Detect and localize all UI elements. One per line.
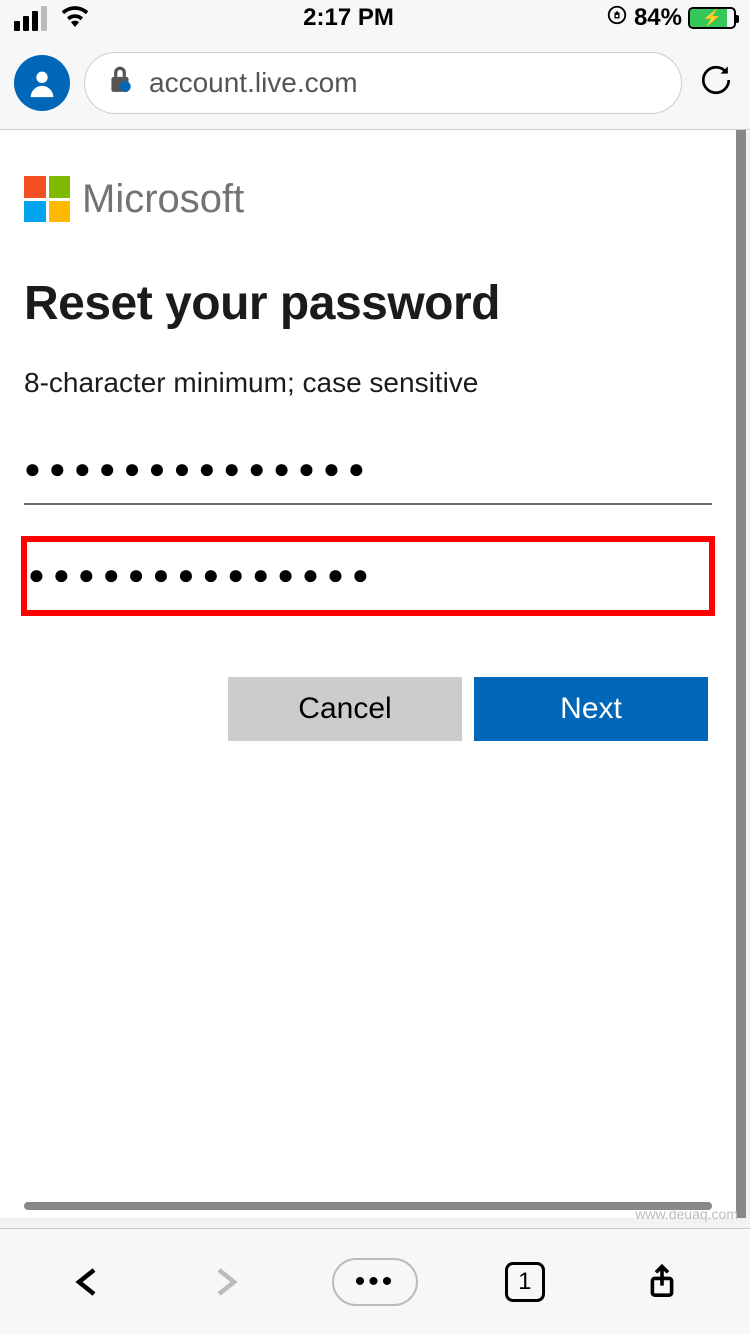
microsoft-logo-text: Microsoft	[82, 177, 244, 222]
forward-button[interactable]	[195, 1252, 255, 1312]
refresh-button[interactable]	[696, 60, 736, 105]
rotation-lock-icon	[606, 4, 628, 33]
status-bar: 2:17 PM 84% ⚡	[0, 0, 750, 36]
tab-count: 1	[505, 1262, 545, 1302]
horizontal-scrollbar[interactable]	[24, 1202, 712, 1210]
back-button[interactable]	[58, 1252, 118, 1312]
url-text: account.live.com	[149, 67, 358, 99]
cancel-button[interactable]: Cancel	[228, 677, 462, 741]
browser-bottom-toolbar: ••• 1	[0, 1228, 750, 1334]
profile-avatar-button[interactable]	[14, 55, 70, 111]
new-password-input[interactable]	[24, 441, 712, 505]
confirm-password-highlight	[24, 539, 712, 613]
confirm-password-input[interactable]	[28, 547, 708, 609]
cellular-signal-icon	[14, 6, 47, 31]
microsoft-logo-icon	[24, 176, 70, 222]
wifi-icon	[59, 3, 91, 34]
microsoft-logo: Microsoft	[24, 176, 712, 222]
status-time: 2:17 PM	[303, 4, 394, 32]
page-body: Microsoft Reset your password 8-characte…	[0, 130, 746, 1218]
browser-toolbar: account.live.com	[0, 36, 750, 130]
page-title: Reset your password	[24, 276, 712, 331]
password-hint: 8-character minimum; case sensitive	[24, 367, 712, 399]
lock-icon	[107, 64, 133, 101]
battery-icon: ⚡	[688, 7, 736, 29]
share-button[interactable]	[632, 1252, 692, 1312]
watermark-text: www.deuaq.com	[635, 1206, 738, 1222]
next-button[interactable]: Next	[474, 677, 708, 741]
tabs-button[interactable]: 1	[495, 1252, 555, 1312]
menu-button[interactable]: •••	[332, 1258, 418, 1306]
battery-percent: 84%	[634, 4, 682, 32]
url-bar[interactable]: account.live.com	[84, 52, 682, 114]
